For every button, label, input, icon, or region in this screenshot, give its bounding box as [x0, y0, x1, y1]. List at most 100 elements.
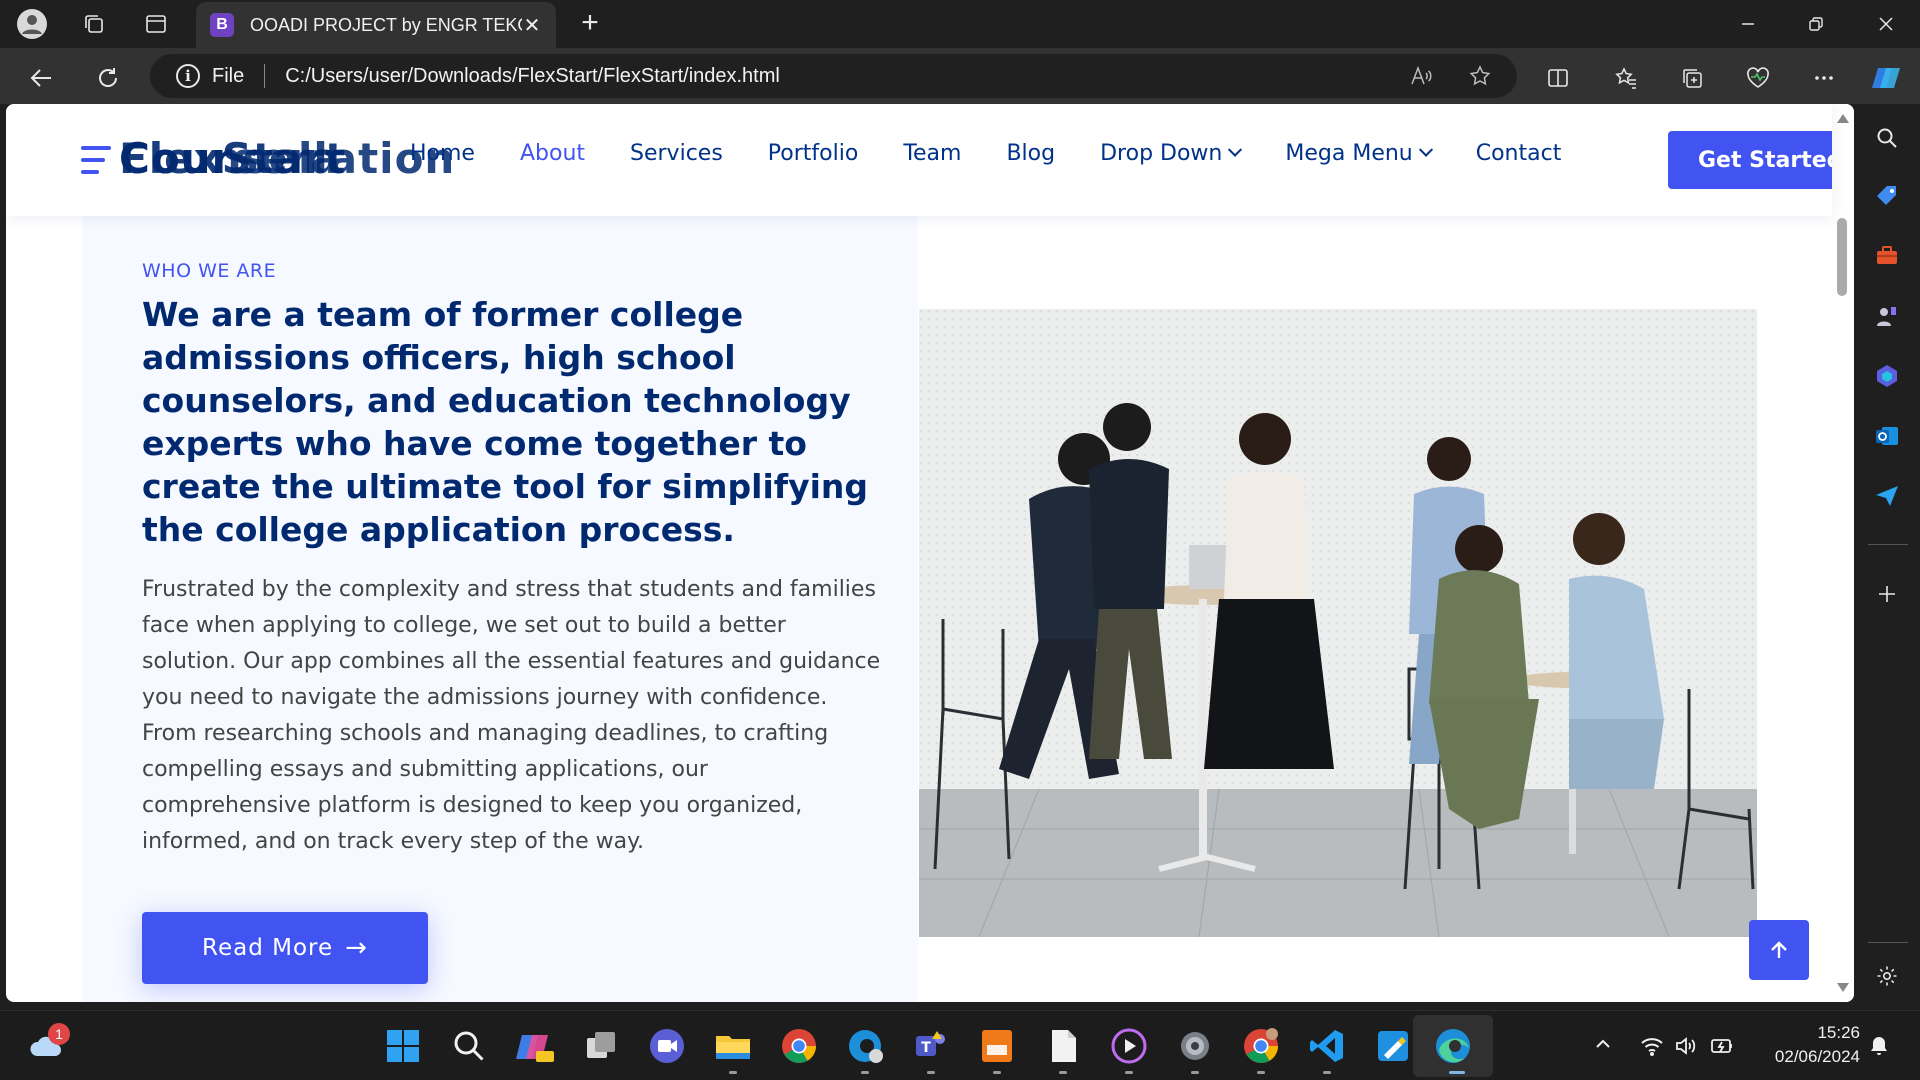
microsoft-365-icon[interactable]	[1873, 362, 1901, 390]
vscode-icon[interactable]	[1306, 1025, 1348, 1067]
site-info-icon[interactable]: i	[176, 64, 200, 88]
nav-contact[interactable]: Contact	[1476, 141, 1562, 166]
active-tab[interactable]: B OOADI PROJECT by ENGR TEKO ✕	[196, 2, 556, 48]
url-text[interactable]: C:/Users/user/Downloads/FlexStart/FlexSt…	[285, 65, 780, 88]
send-icon[interactable]	[1873, 482, 1901, 510]
collections-icon[interactable]	[1674, 60, 1710, 96]
address-bar[interactable]: i File C:/Users/user/Downloads/FlexStart…	[150, 54, 1517, 98]
back-to-top-button[interactable]	[1749, 920, 1809, 980]
clock-time: 15:26	[1817, 1023, 1860, 1042]
site-logo[interactable]: FlexStart Counsellation Coursera	[81, 134, 454, 183]
team-photo	[919, 309, 1757, 937]
running-indicator	[729, 1071, 737, 1074]
logo-mark-icon	[81, 146, 111, 174]
nav-dropdown[interactable]: Drop Down	[1100, 141, 1243, 166]
tab-favicon: B	[210, 13, 234, 37]
outlook-icon[interactable]	[1873, 422, 1901, 450]
file-explorer-icon[interactable]	[712, 1025, 754, 1067]
edge-browser-icon[interactable]	[1432, 1025, 1474, 1067]
weather-notification-badge: 1	[48, 1023, 70, 1045]
nav-mega-menu[interactable]: Mega Menu	[1285, 141, 1433, 166]
running-indicator	[1323, 1071, 1331, 1074]
main-nav: Home About Services Portfolio Team Blog …	[410, 141, 1606, 166]
nav-about[interactable]: About	[520, 141, 585, 166]
task-view-icon[interactable]	[580, 1025, 622, 1067]
start-windows-icon[interactable]	[382, 1025, 424, 1067]
page-viewport: FlexStart Counsellation Coursera Home Ab…	[6, 104, 1854, 1002]
copilot-preview-icon[interactable]	[514, 1025, 556, 1067]
running-indicator	[1191, 1071, 1199, 1074]
shopping-tag-icon[interactable]	[1873, 182, 1901, 210]
running-indicator	[1257, 1071, 1265, 1074]
nav-services[interactable]: Services	[630, 141, 723, 166]
running-indicator	[993, 1071, 1001, 1074]
browser-toolbar: i File C:/Users/user/Downloads/FlexStart…	[0, 48, 1920, 104]
chevron-down-icon	[1228, 142, 1243, 157]
chrome-profile-icon[interactable]	[1240, 1025, 1282, 1067]
workspaces-icon[interactable]	[78, 8, 110, 40]
get-started-button[interactable]: Get Started	[1668, 131, 1832, 189]
notepad-icon[interactable]	[1042, 1025, 1084, 1067]
meet-video-icon[interactable]	[646, 1025, 688, 1067]
running-indicator	[1059, 1071, 1067, 1074]
scroll-down-arrow-icon[interactable]	[1837, 983, 1849, 992]
browser-titlebar: B OOADI PROJECT by ENGR TEKO ✕ +	[0, 0, 1920, 48]
windows-taskbar: 1 T 15:26 02/06/2024	[0, 1010, 1920, 1080]
refresh-icon[interactable]	[90, 60, 126, 96]
url-separator	[264, 64, 266, 88]
taskbar-clock[interactable]: 15:26 02/06/2024	[1756, 1021, 1860, 1069]
read-aloud-icon[interactable]	[1405, 60, 1437, 92]
tools-briefcase-icon[interactable]	[1873, 242, 1901, 270]
sidebar-divider-bottom	[1868, 942, 1908, 943]
taskbar-search-icon[interactable]	[448, 1025, 490, 1067]
restore-button[interactable]	[1782, 0, 1850, 48]
search-icon[interactable]	[1873, 124, 1901, 152]
read-more-button[interactable]: Read More →	[142, 912, 428, 984]
nav-team[interactable]: Team	[903, 141, 961, 166]
minimize-button[interactable]	[1714, 0, 1782, 48]
scroll-up-arrow-icon[interactable]	[1837, 114, 1849, 123]
vertical-tabs-icon[interactable]	[140, 8, 172, 40]
back-button[interactable]	[24, 60, 60, 96]
chrome-icon[interactable]	[778, 1025, 820, 1067]
favorites-icon[interactable]	[1608, 60, 1644, 96]
close-window-button[interactable]	[1852, 0, 1920, 48]
paint-icon[interactable]	[1372, 1025, 1414, 1067]
arrow-right-icon: →	[345, 933, 368, 963]
tab-close-icon[interactable]: ✕	[522, 13, 542, 38]
nav-home[interactable]: Home	[410, 141, 475, 166]
notifications-bell-icon[interactable]	[1868, 1035, 1890, 1057]
favorite-star-icon[interactable]	[1464, 60, 1496, 92]
svg-text:T: T	[921, 1040, 931, 1056]
teams-icon[interactable]: T	[910, 1025, 952, 1067]
about-description: Frustrated by the complexity and stress …	[142, 577, 881, 854]
running-indicator	[927, 1071, 935, 1074]
add-sidebar-app-icon[interactable]	[1873, 580, 1901, 608]
profile-icon[interactable]	[16, 8, 48, 40]
edge-profile-icon[interactable]	[844, 1025, 886, 1067]
battery-charging-icon[interactable]	[1710, 1035, 1736, 1057]
sidebar-settings-gear-icon[interactable]	[1873, 962, 1901, 990]
scrollbar-thumb[interactable]	[1837, 218, 1847, 296]
volume-icon[interactable]	[1674, 1035, 1698, 1057]
edge-sidebar	[1854, 104, 1920, 1010]
logo-text-layer: Coursera	[119, 134, 340, 183]
nav-mega-menu-label: Mega Menu	[1285, 141, 1413, 166]
read-more-label: Read More	[202, 935, 334, 961]
nav-portfolio[interactable]: Portfolio	[768, 141, 859, 166]
copilot-icon[interactable]	[1868, 60, 1904, 96]
show-hidden-icons[interactable]	[1594, 1035, 1612, 1053]
page-scrollbar[interactable]	[1832, 104, 1854, 1002]
wifi-icon[interactable]	[1640, 1035, 1664, 1057]
new-tab-button[interactable]: +	[574, 8, 606, 40]
pdf-reader-icon[interactable]	[976, 1025, 1018, 1067]
running-indicator	[861, 1071, 869, 1074]
browser-essentials-icon[interactable]	[1740, 60, 1776, 96]
section-eyebrow: WHO WE ARE	[142, 260, 277, 282]
media-player-icon[interactable]	[1108, 1025, 1150, 1067]
settings-gear-icon[interactable]	[1174, 1025, 1216, 1067]
more-menu-icon[interactable]	[1806, 60, 1842, 96]
split-screen-icon[interactable]	[1540, 60, 1576, 96]
nav-blog[interactable]: Blog	[1006, 141, 1055, 166]
games-icon[interactable]	[1873, 302, 1901, 330]
